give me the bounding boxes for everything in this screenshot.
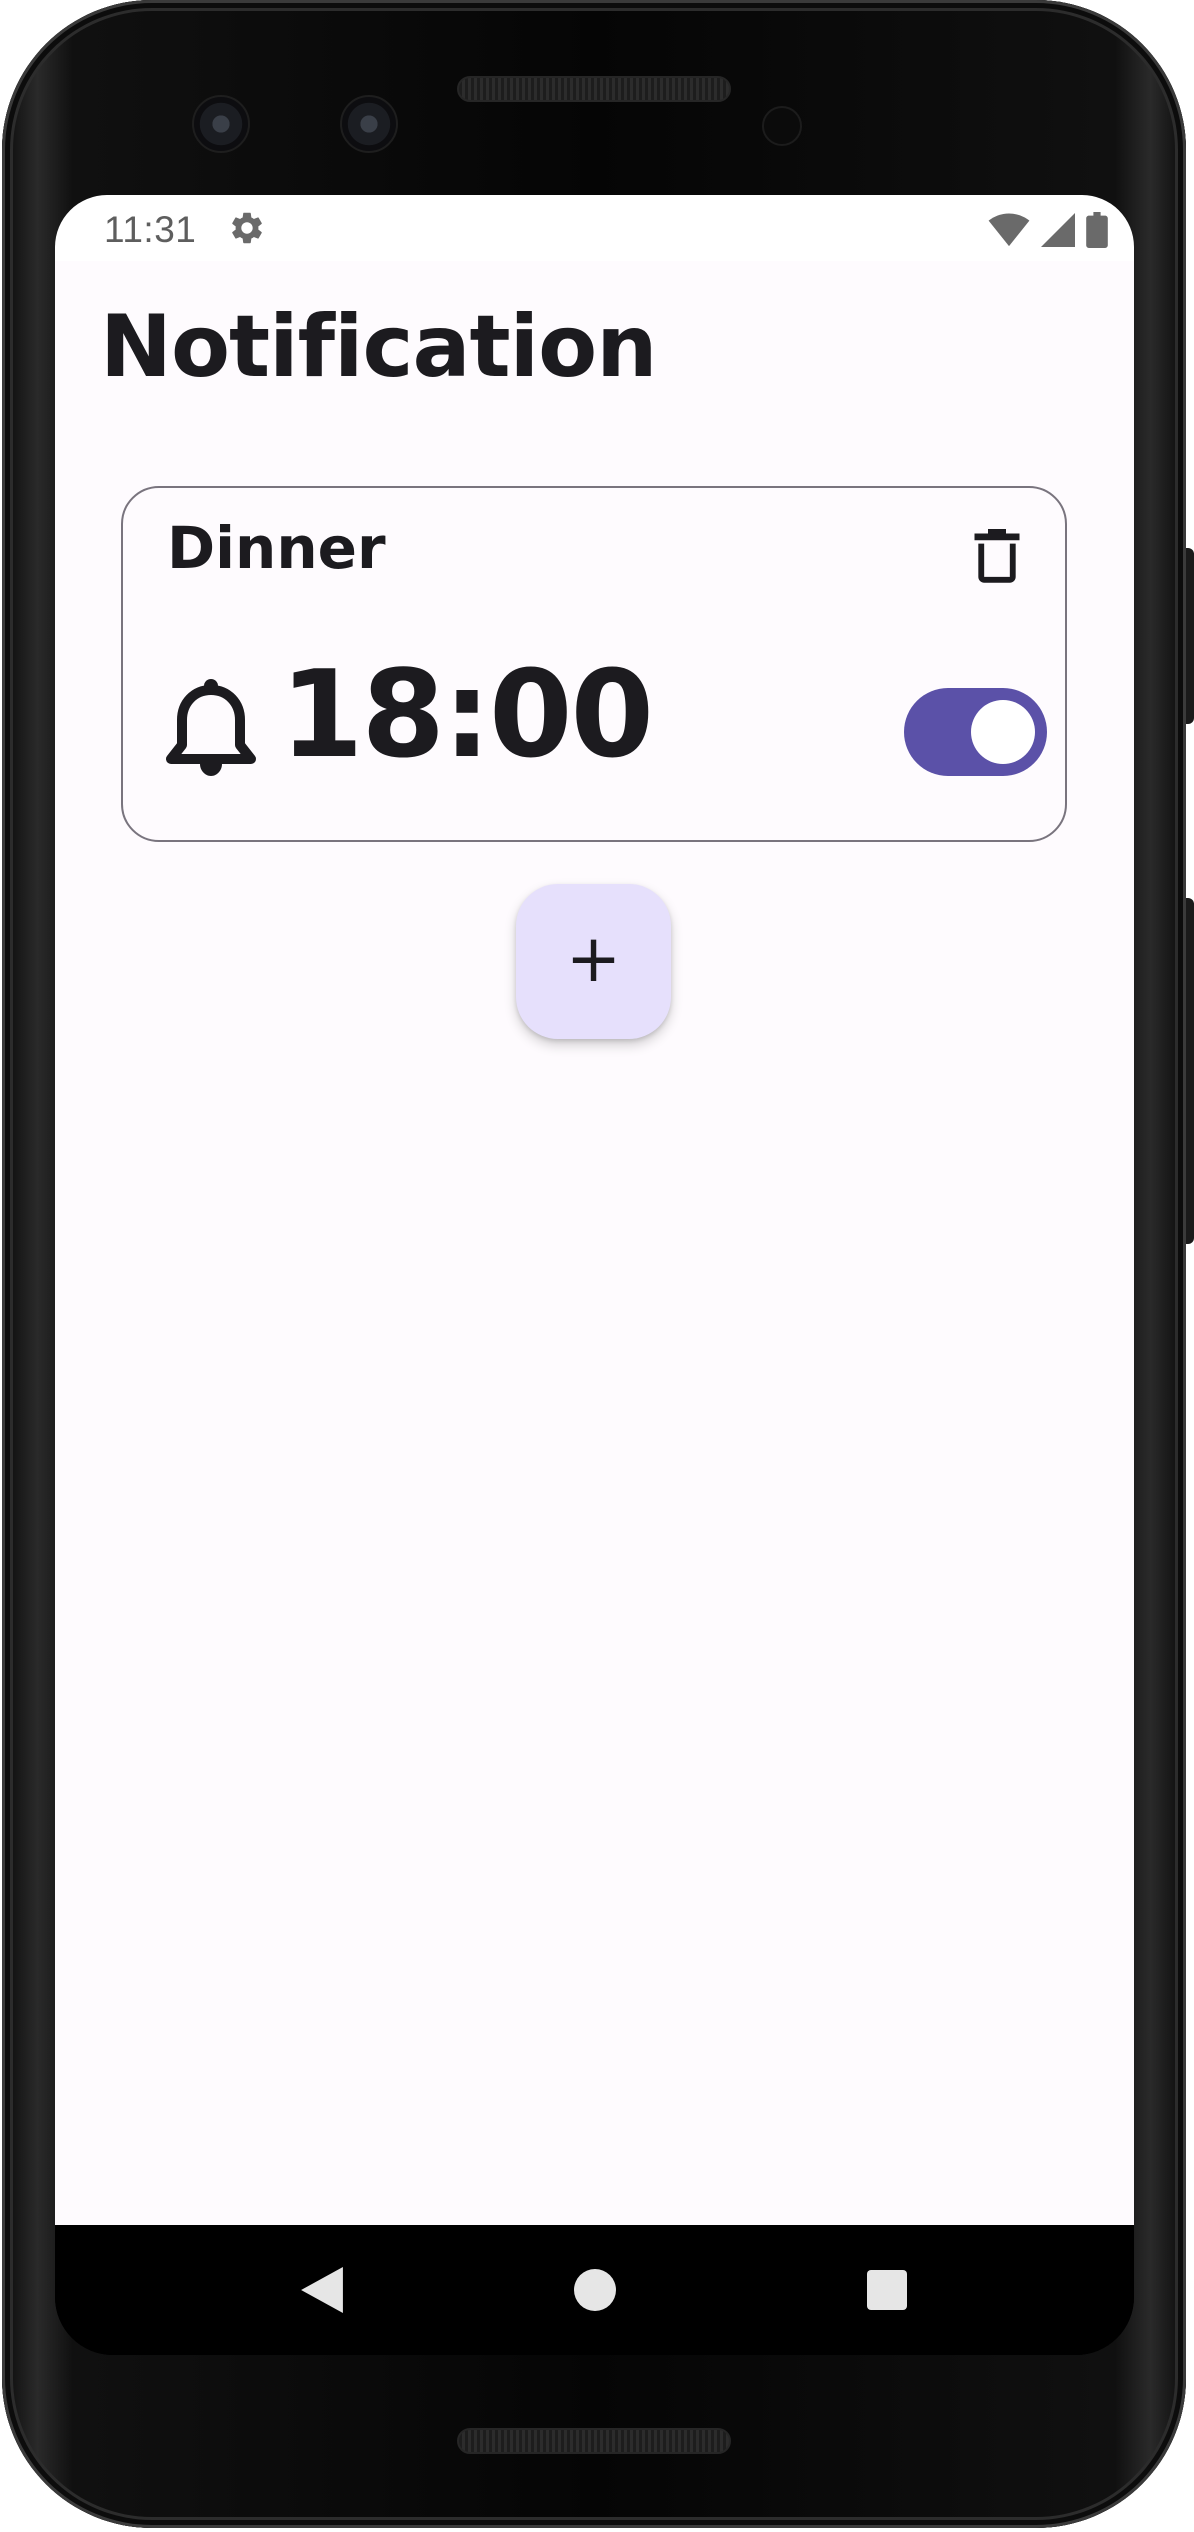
- power-button: [1186, 548, 1194, 724]
- notification-name: Dinner: [167, 514, 386, 582]
- front-camera: [192, 95, 250, 153]
- device-frame: 11:31 Notification Dinner 18:00 +: [0, 0, 1194, 2532]
- add-notification-button[interactable]: +: [516, 884, 671, 1039]
- trash-icon: [974, 529, 1020, 583]
- recents-button[interactable]: [827, 2225, 947, 2355]
- settings-gear-icon: [232, 212, 262, 244]
- home-button[interactable]: [535, 2225, 655, 2355]
- proximity-sensor: [762, 106, 802, 146]
- wifi-icon: [988, 213, 1030, 247]
- home-icon: [574, 2269, 616, 2311]
- back-icon: [301, 2267, 343, 2313]
- volume-button: [1186, 898, 1194, 1244]
- add-icon: +: [565, 919, 622, 997]
- status-time: 11:31: [104, 209, 197, 250]
- page-title: Notification: [100, 297, 657, 397]
- notification-card[interactable]: Dinner 18:00: [121, 486, 1067, 842]
- status-bar: 11:31: [55, 195, 1134, 261]
- status-icons: [988, 212, 1108, 248]
- enable-toggle[interactable]: [904, 688, 1047, 776]
- top-speaker: [457, 76, 731, 102]
- bottom-speaker: [457, 2428, 731, 2454]
- back-button[interactable]: [262, 2225, 382, 2355]
- screen: 11:31 Notification Dinner 18:00 +: [55, 195, 1134, 2355]
- recents-icon: [867, 2270, 907, 2310]
- navigation-bar: [55, 2225, 1134, 2355]
- notification-time: 18:00: [280, 646, 654, 785]
- bell-icon: [166, 679, 256, 776]
- delete-button[interactable]: [965, 524, 1029, 588]
- battery-icon: [1086, 212, 1108, 248]
- front-camera-secondary: [340, 95, 398, 153]
- app-content: Notification Dinner 18:00 +: [55, 261, 1134, 2225]
- cellular-signal-icon: [1041, 213, 1075, 247]
- toggle-knob: [971, 700, 1035, 764]
